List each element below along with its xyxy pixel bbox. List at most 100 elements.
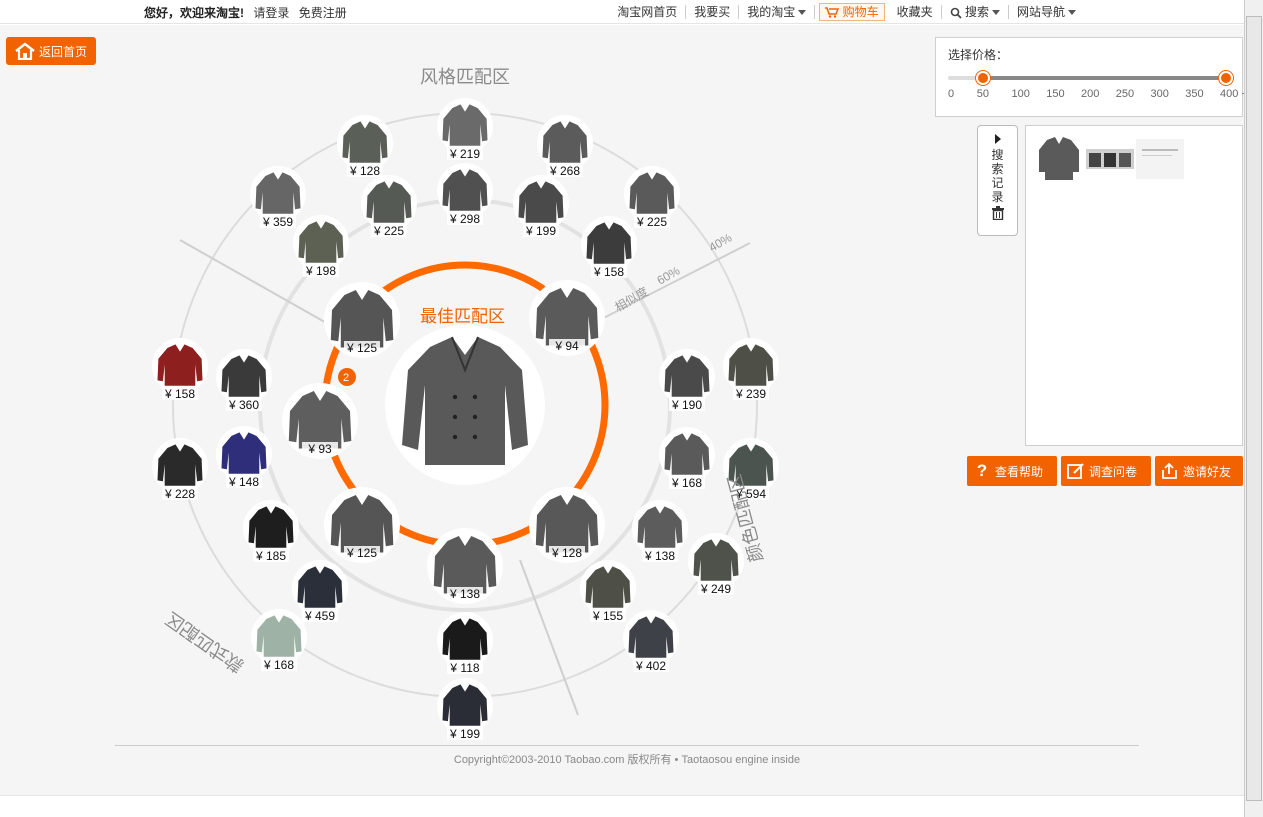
product-price: ¥ 138 <box>449 587 480 601</box>
product-price: ¥ 128 <box>551 546 582 560</box>
survey-button[interactable]: 调查问卷 <box>1061 456 1151 486</box>
help-button[interactable]: ? 查看帮助 <box>967 456 1057 486</box>
page-thumbnail <box>1136 139 1184 179</box>
product-item[interactable]: ¥ 225 <box>624 166 680 229</box>
product-item[interactable]: ¥ 198 <box>293 215 349 278</box>
product-item[interactable]: ¥ 249 <box>688 533 744 596</box>
history-item[interactable] <box>1034 134 1084 184</box>
product-price: ¥ 219 <box>449 147 480 161</box>
greeting-text: 您好，欢迎来淘宝! <box>144 6 244 20</box>
nav-buy[interactable]: 我要买 <box>686 5 740 19</box>
nav-site-map[interactable]: 网站导航 <box>1009 5 1084 19</box>
product-price: ¥ 239 <box>735 387 766 401</box>
product-price: ¥ 225 <box>636 215 667 229</box>
share-icon <box>1161 462 1179 480</box>
product-price: ¥ 225 <box>373 224 404 238</box>
chevron-down-icon <box>798 10 807 16</box>
product-price: ¥ 298 <box>449 212 480 226</box>
nav-search[interactable]: 搜索 <box>942 5 1009 19</box>
product-item[interactable]: ¥ 199 <box>437 678 493 741</box>
product-price: ¥ 125 <box>346 341 377 355</box>
product-price: ¥ 118 <box>449 661 479 675</box>
search-history-panel <box>1025 125 1243 446</box>
product-item[interactable]: ¥ 158 <box>581 216 637 279</box>
search-icon <box>950 7 962 19</box>
product-item[interactable]: ¥ 125 <box>324 282 400 358</box>
product-item[interactable]: ¥ 128 <box>337 115 393 178</box>
product-price: ¥ 155 <box>592 609 623 623</box>
product-item[interactable]: ¥ 118 <box>437 612 493 675</box>
history-item[interactable] <box>1136 134 1184 184</box>
bottom-bar <box>0 795 1244 817</box>
product-item[interactable]: ¥ 158 <box>152 338 208 401</box>
site-nav: 淘宝网首页 我要买 我的淘宝 购物车 收藏夹 搜索 网站导航 <box>609 3 1084 21</box>
footer-divider <box>115 745 1139 746</box>
product-item[interactable]: ¥ 199 <box>513 175 569 238</box>
product-item[interactable]: ¥ 228 <box>152 438 208 501</box>
product-item[interactable]: ¥ 93 <box>282 383 358 459</box>
price-tick: 0 <box>948 88 955 100</box>
cart-icon <box>825 7 840 19</box>
product-item[interactable]: ¥ 359 <box>250 166 306 229</box>
price-tick: 350 <box>1185 88 1204 100</box>
price-tick: 100 <box>1011 88 1030 100</box>
product-price: ¥ 168 <box>671 476 702 490</box>
nav-taobao-home[interactable]: 淘宝网首页 <box>609 5 687 19</box>
price-tick: 150 <box>1046 88 1065 100</box>
product-item[interactable]: ¥ 268 <box>537 115 593 178</box>
product-item[interactable]: ¥ 239 <box>723 338 779 401</box>
top-bar: 您好，欢迎来淘宝! 请登录 免费注册 淘宝网首页 我要买 我的淘宝 购物车 收藏… <box>0 0 1244 24</box>
product-item[interactable]: ¥ 298 <box>437 163 493 226</box>
price-high-handle[interactable] <box>1219 71 1233 85</box>
login-link[interactable]: 请登录 <box>253 6 289 20</box>
product-price: ¥ 148 <box>228 475 259 489</box>
price-tick: 50 <box>976 88 989 100</box>
product-item[interactable]: ¥ 225 <box>361 175 417 238</box>
product-item[interactable]: ¥ 190 <box>659 349 715 412</box>
history-item[interactable] <box>1086 134 1134 184</box>
product-item[interactable]: ¥ 138 <box>632 500 688 563</box>
product-price: ¥ 158 <box>593 265 624 279</box>
price-low-handle[interactable] <box>975 71 990 85</box>
product-item[interactable]: ¥ 125 <box>324 487 400 563</box>
product-item[interactable]: ¥ 219 <box>437 98 493 161</box>
product-item[interactable]: ¥ 459 <box>292 560 348 623</box>
best-zone-label: 最佳匹配区 <box>420 307 505 326</box>
product-item[interactable]: ¥ 138 <box>427 528 503 604</box>
style-zone-label: 风格匹配区 <box>420 67 510 87</box>
nav-cart-button[interactable]: 购物车 <box>819 3 885 21</box>
price-slider[interactable] <box>948 71 1233 85</box>
product-item[interactable]: ¥ 94 <box>529 280 605 356</box>
product-item[interactable]: ¥ 168 <box>659 427 715 490</box>
invite-button[interactable]: 邀请好友 <box>1155 456 1243 486</box>
price-tick: 300 <box>1150 88 1169 100</box>
product-item[interactable]: ¥ 128 <box>529 487 605 563</box>
product-price: ¥ 185 <box>255 549 286 563</box>
product-item[interactable]: ¥ 148 <box>216 426 272 489</box>
product-price: ¥ 199 <box>449 727 480 741</box>
nav-my-taobao[interactable]: 我的淘宝 <box>739 5 816 19</box>
search-history-label: 搜 索 记 录 <box>991 148 1004 204</box>
product-price: ¥ 94 <box>554 339 579 353</box>
arrow-right-icon <box>994 134 1001 144</box>
scrollbar[interactable] <box>1244 0 1263 817</box>
price-slider-fill <box>982 76 1226 80</box>
best-badge-number: 2 <box>343 372 349 384</box>
main-area: 返回首页 ¥ 219 ¥ 128 ¥ 268 ¥ 298 ¥ 359 ¥ 225 ¥ 199… <box>0 25 1248 795</box>
product-item[interactable]: ¥ 402 <box>623 610 679 673</box>
price-filter-title: 选择价格： <box>948 48 1009 62</box>
product-item[interactable]: ¥ 360 <box>216 349 272 412</box>
product-price: ¥ 360 <box>228 398 259 412</box>
product-price: ¥ 198 <box>305 264 336 278</box>
nav-favorites[interactable]: 收藏夹 <box>889 5 942 19</box>
product-price: ¥ 158 <box>164 387 195 401</box>
register-link[interactable]: 免费注册 <box>299 6 347 20</box>
trash-icon[interactable] <box>991 206 1005 220</box>
product-item[interactable]: ¥ 168 <box>251 609 307 672</box>
search-history-toggle[interactable]: 搜 索 记 录 <box>977 125 1018 236</box>
product-price: ¥ 190 <box>671 398 702 412</box>
product-item[interactable]: ¥ 155 <box>580 560 636 623</box>
product-item[interactable]: ¥ 185 <box>243 500 299 563</box>
greeting-area: 您好，欢迎来淘宝! 请登录 免费注册 <box>144 4 347 21</box>
scrollbar-thumb[interactable] <box>1246 16 1262 801</box>
